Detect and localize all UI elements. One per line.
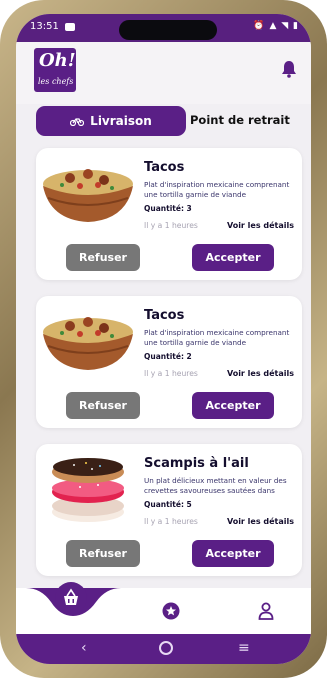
menu-icon[interactable]: ≡ [238, 640, 250, 656]
order-card: Tacos Plat d'inspiration mexicaine compr… [36, 148, 302, 280]
star-icon[interactable] [162, 602, 180, 620]
order-title: Tacos [144, 160, 185, 175]
app-screen: 13:51 ⏰ ▲ ◥ ▮ Oh! les chefs Livraison Po… [16, 14, 311, 664]
home-icon[interactable] [159, 641, 173, 655]
order-description: Plat d'inspiration mexicaine comprenant … [144, 180, 290, 199]
accept-button[interactable]: Accepter [192, 540, 274, 567]
camera-notch [119, 20, 217, 40]
back-icon[interactable]: ‹ [81, 640, 87, 656]
accept-button[interactable]: Accepter [192, 392, 274, 419]
order-details-link[interactable]: Voir les détails [227, 369, 294, 378]
order-time: Il y a 1 heures [144, 517, 198, 526]
order-time: Il y a 1 heures [144, 369, 198, 378]
order-card: Scampis à l'ail Un plat délicieux mettan… [36, 444, 302, 576]
system-navigation-bar: ‹ ≡ [16, 634, 311, 664]
basket-icon [64, 588, 78, 605]
order-quantity: Quantité: 2 [144, 352, 192, 361]
refuse-button[interactable]: Refuser [66, 244, 140, 271]
logo: Oh! les chefs [34, 48, 76, 92]
tacos-bowl-image [43, 317, 133, 370]
donuts-stack-image [52, 458, 124, 522]
order-details-link[interactable]: Voir les détails [227, 221, 294, 230]
tab-livraison-label: Livraison [90, 114, 152, 128]
order-quantity: Quantité: 5 [144, 500, 192, 509]
order-time: Il y a 1 heures [144, 221, 198, 230]
tab-point-de-retrait[interactable]: Point de retrait [190, 113, 290, 127]
notification-icon [65, 23, 75, 31]
order-description: Plat d'inspiration mexicaine comprenant … [144, 328, 290, 347]
app-header: Oh! les chefs [16, 42, 311, 104]
tab-livraison[interactable]: Livraison [36, 106, 186, 136]
order-details-link[interactable]: Voir les détails [227, 517, 294, 526]
status-icons: ⏰ ▲ ◥ ▮ [253, 21, 299, 31]
status-time: 13:51 [30, 21, 59, 32]
nav-basket[interactable] [55, 582, 87, 614]
tacos-bowl-image [43, 169, 133, 222]
order-quantity: Quantité: 3 [144, 204, 192, 213]
bottom-navigation [16, 582, 311, 634]
bell-icon[interactable] [281, 60, 297, 78]
refuse-button[interactable]: Refuser [66, 392, 140, 419]
order-card: Tacos Plat d'inspiration mexicaine compr… [36, 296, 302, 428]
logo-subtext: les chefs [38, 77, 74, 86]
accept-button[interactable]: Accepter [192, 244, 274, 271]
order-description: Un plat délicieux mettant en valeur des … [144, 476, 287, 495]
phone-frame: 13:51 ⏰ ▲ ◥ ▮ Oh! les chefs Livraison Po… [0, 0, 327, 678]
delivery-tabs: Livraison Point de retrait [36, 106, 296, 140]
logo-text: Oh! [39, 50, 76, 71]
order-title: Tacos [144, 308, 185, 323]
bike-icon [70, 118, 85, 126]
user-icon[interactable] [258, 602, 274, 620]
status-bar: 13:51 ⏰ ▲ ◥ ▮ [16, 14, 311, 42]
refuse-button[interactable]: Refuser [66, 540, 140, 567]
order-title: Scampis à l'ail [144, 456, 249, 471]
